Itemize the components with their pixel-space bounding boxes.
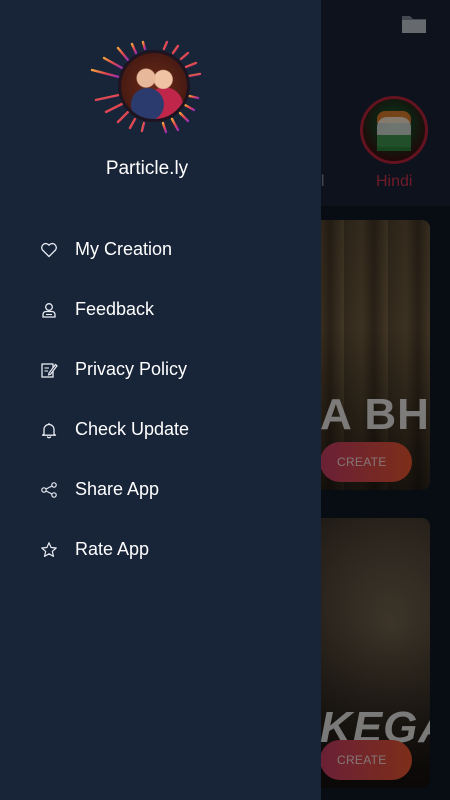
menu-item-label: My Creation [75, 239, 173, 259]
heart-icon [40, 241, 58, 259]
menu-item-label: Privacy Policy [75, 359, 188, 379]
menu-item-rate-app[interactable]: Rate App [0, 520, 321, 580]
share-icon [40, 481, 58, 499]
logo-couple-photo [118, 50, 190, 122]
star-icon [40, 541, 58, 559]
feedback-person-icon [40, 301, 58, 319]
menu-item-my-creation[interactable]: My Creation [0, 220, 321, 280]
menu-item-check-update[interactable]: Check Update [0, 400, 321, 460]
navigation-drawer: Particle.ly My Creation Feedback Privacy… [0, 0, 321, 800]
menu-item-share-app[interactable]: Share App [0, 460, 321, 520]
edit-note-icon [40, 361, 58, 379]
menu-item-label: Feedback [75, 299, 155, 319]
app-name: Particle.ly [105, 158, 189, 179]
app-logo [82, 40, 208, 136]
menu-item-label: Rate App [75, 539, 150, 559]
menu-item-privacy-policy[interactable]: Privacy Policy [0, 340, 321, 400]
menu-item-label: Share App [75, 479, 160, 499]
bell-icon [40, 421, 58, 439]
menu-item-feedback[interactable]: Feedback [0, 280, 321, 340]
menu-item-label: Check Update [75, 419, 190, 439]
